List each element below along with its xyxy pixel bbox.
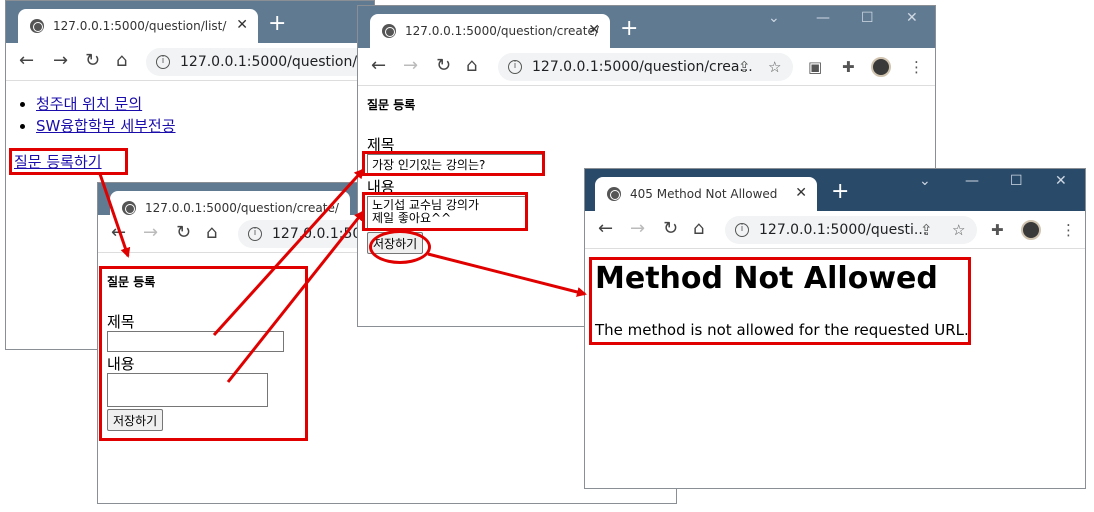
url-text: 127.0.0.1:5000/question/crea... [532, 59, 753, 75]
forward-arrow-icon[interactable]: → [143, 223, 158, 243]
star-icon[interactable]: ☆ [768, 58, 781, 76]
address-bar[interactable]: i 127.0.0.1:5000/question/list/ [146, 48, 375, 76]
annotation-box [362, 151, 545, 176]
annotation-box [589, 257, 971, 345]
cast-icon[interactable]: ▣ [808, 58, 822, 76]
forward-arrow-icon[interactable]: → [630, 219, 645, 239]
globe-icon [122, 201, 136, 215]
tab-title: 405 Method Not Allowed [630, 187, 778, 201]
profile-avatar[interactable] [871, 57, 891, 77]
tab-title: 127.0.0.1:5000/question/list/ [53, 19, 227, 33]
close-window-icon[interactable]: ✕ [1055, 173, 1067, 189]
minimize-icon[interactable]: — [816, 10, 830, 26]
tab-search-icon[interactable]: ⌄ [919, 173, 931, 189]
forward-arrow-icon[interactable]: → [53, 51, 68, 71]
toolbar: ← → ↻ ⌂ i 127.0.0.1:5000/question/list/ [6, 43, 374, 81]
question-list: 청주대 위치 문의 SW융합학부 세부전공 [36, 93, 176, 137]
tab-title: 127.0.0.1:5000/question/create/ [145, 201, 339, 215]
info-icon[interactable]: i [508, 60, 522, 74]
question-link[interactable]: 청주대 위치 문의 [36, 95, 142, 113]
reload-icon[interactable]: ↻ [663, 219, 678, 239]
new-tab-icon[interactable]: + [831, 179, 849, 204]
globe-icon [30, 19, 44, 33]
maximize-icon[interactable]: ☐ [861, 10, 874, 26]
maximize-icon[interactable]: ☐ [1010, 173, 1023, 189]
menu-icon[interactable]: ⋮ [909, 58, 924, 76]
extensions-icon[interactable]: ✚ [991, 221, 1004, 239]
home-icon[interactable]: ⌂ [693, 219, 704, 239]
url-text: 127.0.0.1:500 [272, 226, 371, 242]
annotation-box [99, 266, 308, 441]
globe-icon [607, 187, 621, 201]
star-icon[interactable]: ☆ [952, 221, 965, 239]
share-icon[interactable]: ⇪ [920, 221, 933, 239]
close-icon[interactable]: ✕ [588, 22, 600, 38]
url-text: 127.0.0.1:5000/questi... [759, 222, 928, 238]
info-icon[interactable]: i [248, 227, 262, 241]
tab-search-icon[interactable]: ⌄ [768, 10, 780, 26]
address-bar[interactable]: i 127.0.0.1:5000/questi... [725, 216, 977, 244]
profile-avatar[interactable] [1021, 220, 1041, 240]
globe-icon [382, 24, 396, 38]
share-icon[interactable]: ⇪ [738, 58, 751, 76]
annotation-ellipse [369, 230, 431, 264]
home-icon[interactable]: ⌂ [206, 223, 217, 243]
reload-icon[interactable]: ↻ [85, 51, 100, 71]
browser-tab[interactable]: 127.0.0.1:5000/question/create/ ✕ [370, 14, 610, 48]
new-tab-icon[interactable]: + [620, 16, 638, 41]
reload-icon[interactable]: ↻ [176, 223, 191, 243]
close-window-icon[interactable]: ✕ [906, 10, 918, 26]
new-tab-icon[interactable]: + [268, 11, 286, 36]
info-icon[interactable]: i [156, 55, 170, 69]
question-link[interactable]: SW융합학부 세부전공 [36, 117, 176, 135]
minimize-icon[interactable]: — [965, 173, 979, 189]
home-icon[interactable]: ⌂ [116, 51, 127, 71]
list-item: 청주대 위치 문의 [36, 93, 176, 115]
forward-arrow-icon[interactable]: → [403, 56, 418, 76]
toolbar: ← → ↻ ⌂ i 127.0.0.1:5000/question/crea..… [358, 48, 935, 86]
reload-icon[interactable]: ↻ [436, 56, 451, 76]
back-arrow-icon[interactable]: ← [111, 223, 126, 243]
page-heading: 질문 등록 [367, 98, 416, 112]
toolbar: ← → ↻ ⌂ i 127.0.0.1:5000/questi... ⇪ ☆ ✚… [585, 211, 1085, 249]
back-arrow-icon[interactable]: ← [19, 51, 34, 71]
url-text: 127.0.0.1:5000/question/list/ [180, 54, 375, 70]
close-icon[interactable]: ✕ [795, 185, 807, 201]
annotation-box [362, 192, 528, 231]
back-arrow-icon[interactable]: ← [598, 219, 613, 239]
annotation-box [9, 148, 128, 175]
tab-title: 127.0.0.1:5000/question/create/ [405, 24, 599, 38]
home-icon[interactable]: ⌂ [466, 56, 477, 76]
close-icon[interactable]: ✕ [236, 17, 248, 33]
menu-icon[interactable]: ⋮ [1061, 221, 1076, 239]
browser-tab[interactable]: 405 Method Not Allowed ✕ [595, 177, 817, 211]
list-item: SW융합학부 세부전공 [36, 115, 176, 137]
back-arrow-icon[interactable]: ← [371, 56, 386, 76]
extensions-icon[interactable]: ✚ [842, 58, 855, 76]
info-icon[interactable]: i [735, 223, 749, 237]
browser-tab[interactable]: 127.0.0.1:5000/question/list/ ✕ [18, 9, 258, 43]
